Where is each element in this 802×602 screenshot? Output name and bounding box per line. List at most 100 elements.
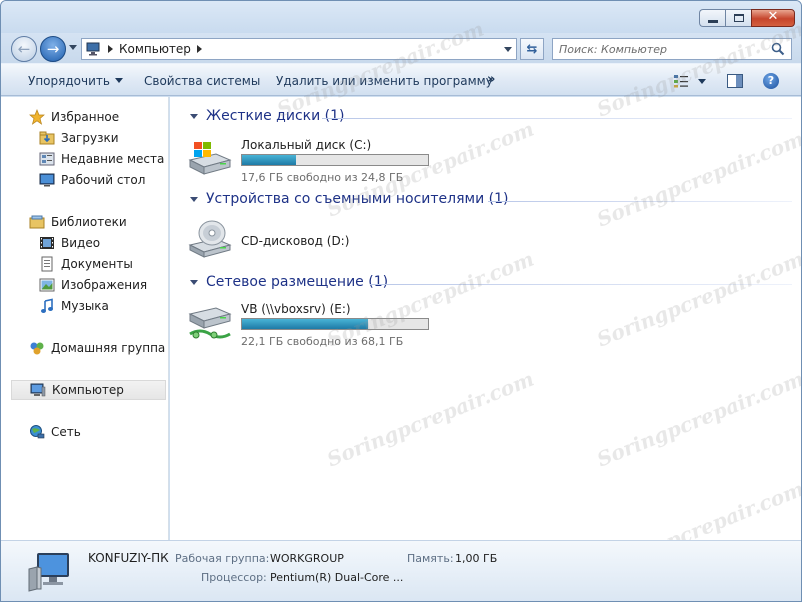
minimize-icon <box>708 20 718 23</box>
sidebar-item-computer[interactable]: Компьютер <box>11 380 166 400</box>
memory-label: Память: <box>407 552 454 565</box>
computer-icon <box>30 383 46 397</box>
network-drive-icon <box>188 307 232 339</box>
address-row: ← → Компьютер ⇆ <box>1 33 801 63</box>
network-icon <box>30 425 45 439</box>
change-view-icon[interactable] <box>673 74 689 88</box>
minimize-button[interactable] <box>699 9 725 27</box>
downloads-folder-icon <box>39 131 55 145</box>
cd-drive-icon <box>188 220 232 258</box>
refresh-button[interactable]: ⇆ <box>520 38 544 60</box>
sidebar-item-network[interactable]: Сеть <box>29 422 81 442</box>
music-icon <box>41 298 53 313</box>
search-box[interactable] <box>552 38 792 60</box>
documents-icon <box>41 256 53 272</box>
close-button[interactable]: ✕ <box>751 9 795 27</box>
drive-usage-bar <box>241 154 429 166</box>
sidebar-item-documents[interactable]: Документы <box>39 254 133 274</box>
maximize-icon <box>734 14 744 22</box>
drive-name: VB (\\vboxsrv) (E:) <box>241 302 351 316</box>
content-pane: Жесткие диски (1) Локальный диск (C:) 17… <box>170 17 802 581</box>
breadcrumb-separator-icon[interactable] <box>196 45 202 53</box>
caption-buttons: ✕ <box>699 9 795 27</box>
sidebar-item-label: Сеть <box>51 425 81 439</box>
address-history-dropdown[interactable] <box>504 47 512 52</box>
more-commands-button[interactable]: » <box>487 72 495 87</box>
group-title: Сетевое размещение (1) <box>206 274 389 290</box>
drive-free-space: 17,6 ГБ свободно из 24,8 ГБ <box>241 171 404 184</box>
title-bar: ✕ <box>1 1 801 33</box>
details-pane: KONFUZIY-ПК Рабочая группа: WORKGROUP Па… <box>1 540 801 601</box>
computer-name: KONFUZIY-ПК <box>88 551 169 565</box>
drive-free-space: 22,1 ГБ свободно из 68,1 ГБ <box>241 335 404 348</box>
group-title: Жесткие диски (1) <box>206 108 345 124</box>
sidebar-item-favorites[interactable]: Избранное <box>29 107 119 127</box>
back-button[interactable]: ← <box>11 36 37 62</box>
star-icon <box>29 109 45 125</box>
drive-usage-bar <box>241 318 429 330</box>
processor-value: Pentium(R) Dual-Core ... <box>270 571 404 584</box>
back-arrow-icon: ← <box>17 40 31 58</box>
sidebar-item-label: Библиотеки <box>51 215 127 229</box>
group-divider <box>488 201 792 202</box>
breadcrumb-separator-icon[interactable] <box>108 45 113 53</box>
group-title: Устройства со съемными носителями (1) <box>206 191 509 207</box>
group-header-network-locations[interactable]: Сетевое размещение (1) <box>190 274 388 290</box>
sidebar-item-label: Загрузки <box>61 131 119 145</box>
sidebar-item-desktop[interactable]: Рабочий стол <box>39 170 145 190</box>
uninstall-program-button[interactable]: Удалить или изменить программу <box>276 74 493 88</box>
group-divider <box>322 118 792 119</box>
search-icon[interactable] <box>771 42 785 56</box>
sidebar-item-homegroup[interactable]: Домашняя группа <box>29 338 165 358</box>
watermark-text: Soringpcrepair.com <box>323 366 538 472</box>
explorer-window: ✕ ← → Компьютер ⇆ Упорядочить Свойства с… <box>0 0 802 602</box>
sidebar-item-label: Избранное <box>51 110 120 124</box>
view-options-dropdown[interactable] <box>698 79 706 84</box>
forward-button[interactable]: → <box>40 36 66 62</box>
recent-pages-dropdown[interactable] <box>69 45 77 50</box>
address-bar[interactable]: Компьютер <box>81 38 517 60</box>
drive-item-d[interactable]: CD-дисковод (D:) <box>186 219 446 265</box>
organize-label: Упорядочить <box>28 74 110 88</box>
computer-large-icon <box>28 553 69 592</box>
forward-arrow-icon: → <box>46 40 60 58</box>
collapse-triangle-icon <box>190 279 198 285</box>
breadcrumb-computer[interactable]: Компьютер <box>119 42 191 56</box>
sidebar-item-music[interactable]: Музыка <box>39 296 109 316</box>
drive-item-c[interactable]: Локальный диск (C:) 17,6 ГБ свободно из … <box>186 138 446 184</box>
watermark-text: Soringpcrepair.com <box>593 126 802 232</box>
chevron-down-icon <box>114 78 123 83</box>
group-header-removable[interactable]: Устройства со съемными носителями (1) <box>190 191 508 207</box>
drive-item-e[interactable]: VB (\\vboxsrv) (E:) 22,1 ГБ свободно из … <box>186 302 446 348</box>
watermark-text: Soringpcrepair.com <box>593 246 802 352</box>
drive-usage-fill <box>242 155 296 165</box>
preview-pane-icon[interactable] <box>727 74 743 88</box>
sidebar-item-label: Видео <box>61 236 101 250</box>
sidebar-item-recent-places[interactable]: Недавние места <box>39 149 164 169</box>
search-input[interactable] <box>559 41 769 57</box>
pictures-icon <box>39 278 55 292</box>
sidebar-item-libraries[interactable]: Библиотеки <box>29 212 127 232</box>
memory-value: 1,00 ГБ <box>455 552 498 565</box>
sidebar-item-label: Недавние места <box>61 152 165 166</box>
processor-label: Процессор: <box>201 571 267 584</box>
sidebar-item-label: Компьютер <box>52 383 124 397</box>
collapse-triangle-icon <box>190 113 198 119</box>
refresh-icon: ⇆ <box>526 41 538 57</box>
computer-small-icon <box>86 42 100 56</box>
sidebar-item-label: Документы <box>61 257 133 271</box>
group-header-hard-drives[interactable]: Жесткие диски (1) <box>190 108 344 124</box>
sidebar-item-video[interactable]: Видео <box>39 233 100 253</box>
help-icon[interactable]: ? <box>763 73 779 89</box>
navigation-pane: Избранное Загрузки Недавние места Рабочи… <box>1 97 169 540</box>
maximize-button[interactable] <box>725 9 751 27</box>
homegroup-icon <box>30 342 44 355</box>
close-icon: ✕ <box>767 9 779 24</box>
sidebar-item-pictures[interactable]: Изображения <box>39 275 147 295</box>
video-icon <box>40 237 54 249</box>
organize-button[interactable]: Упорядочить <box>28 74 123 88</box>
sidebar-item-downloads[interactable]: Загрузки <box>39 128 119 148</box>
system-properties-button[interactable]: Свойства системы <box>144 74 260 88</box>
drive-usage-fill <box>242 319 369 329</box>
workgroup-value: WORKGROUP <box>270 552 344 565</box>
